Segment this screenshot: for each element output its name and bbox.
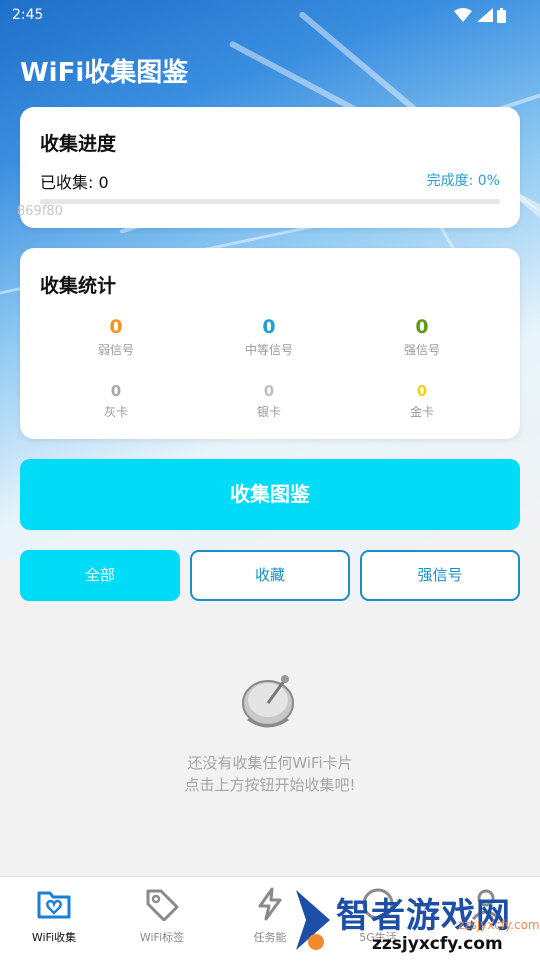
stat-gold-card: 0 金卡 (372, 382, 472, 420)
tab-label: WiFi标签 (139, 931, 185, 944)
status-time: 2:45 (12, 7, 44, 23)
stat-value: 0 (415, 316, 429, 338)
stat-value: 0 (109, 316, 123, 338)
stat-label: 中等信号 (244, 343, 293, 357)
stat-label: 金卡 (409, 405, 434, 419)
app-title: WiFi收集图鉴 (20, 58, 189, 88)
stat-value: 0 (110, 382, 122, 400)
stat-silver-card: 0 银卡 (219, 382, 319, 420)
folder-heart-icon (37, 891, 71, 919)
empty-state-line1: 还没有收集任何WiFi卡片 (187, 754, 353, 772)
overlay-code: 869f80 (17, 204, 63, 219)
filter-all[interactable]: 全部 (20, 550, 180, 601)
watermark-url-small: zzsjyxcfy.com (458, 918, 540, 932)
battery-icon (497, 7, 506, 23)
status-bar: 2:45 (0, 0, 540, 32)
watermark-url: zzsjyxcfy.com (372, 934, 503, 954)
stats-card-title: 收集统计 (40, 275, 117, 297)
stat-gray-card: 0 灰卡 (66, 382, 166, 420)
cell-signal-icon (476, 8, 493, 22)
progress-bar (40, 199, 500, 204)
stat-medium-signal: 0 中等信号 (219, 316, 319, 358)
stat-value: 0 (262, 316, 276, 338)
stat-label: 弱信号 (97, 343, 134, 357)
filter-strong-signal[interactable]: 强信号 (360, 550, 520, 601)
filter-favorites[interactable]: 收藏 (190, 550, 350, 601)
collected-count: 已收集: 0 (40, 173, 109, 192)
tab-label: WiFi收集 (31, 931, 77, 944)
completion-percent: 完成度: 0% (426, 173, 500, 189)
tab-wifi-collect[interactable]: WiFi收集 (0, 887, 108, 945)
stat-weak-signal: 0 弱信号 (66, 316, 166, 358)
stat-label: 强信号 (403, 343, 440, 357)
stat-label: 银卡 (256, 405, 281, 419)
stat-value: 0 (263, 382, 275, 400)
progress-card: 收集进度 已收集: 0 完成度: 0% (20, 107, 520, 228)
tag-icon (146, 889, 179, 922)
status-icons (454, 7, 506, 23)
lightning-icon (258, 887, 282, 921)
watermark: 智者游戏网 zzsjyxcfy.com zzsjyxcfy.com (290, 884, 540, 960)
collect-button[interactable]: 收集图鉴 (20, 459, 520, 530)
empty-state-line2: 点击上方按钮开始收集吧! (184, 776, 356, 794)
progress-card-title: 收集进度 (40, 133, 117, 155)
watermark-logo-icon (296, 890, 330, 950)
satellite-dish-icon (242, 675, 294, 728)
tab-wifi-tags[interactable]: WiFi标签 (108, 887, 216, 945)
stat-label: 灰卡 (103, 405, 128, 419)
stat-strong-signal: 0 强信号 (372, 316, 472, 358)
stats-card: 收集统计 0 弱信号 0 中等信号 0 强信号 0 灰卡 0 银卡 0 金卡 (20, 248, 520, 439)
stat-value: 0 (416, 382, 428, 400)
wifi-signal-icon (454, 8, 473, 22)
